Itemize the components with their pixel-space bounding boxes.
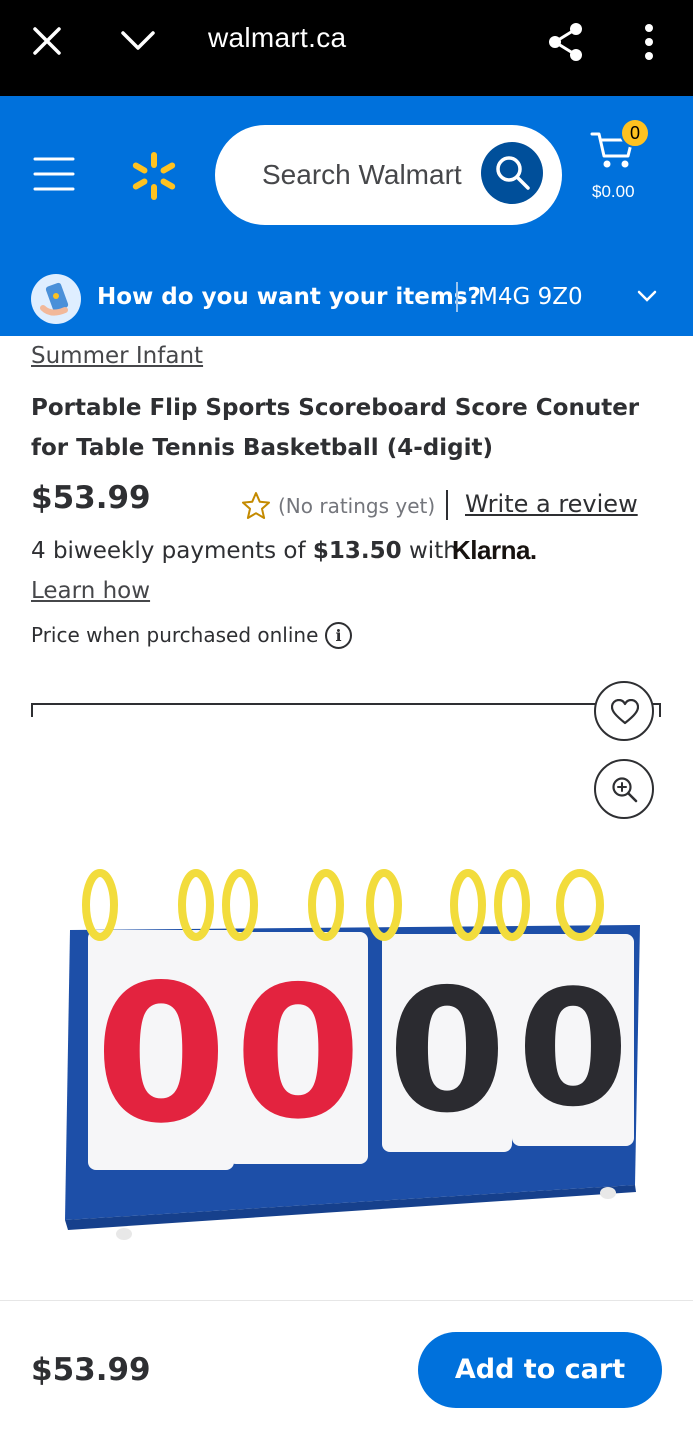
cart-total: $0.00 xyxy=(592,182,635,201)
rating-divider xyxy=(446,490,448,520)
chevron-down-icon xyxy=(637,290,657,302)
delivery-selector[interactable]: How do you want your items? M4G 9Z0 xyxy=(0,262,693,334)
delivery-question: How do you want your items? xyxy=(97,284,481,310)
score-digit-3: 0 xyxy=(388,953,506,1151)
browser-toolbar: walmart.ca xyxy=(0,0,693,96)
product-brand-link[interactable]: Summer Infant xyxy=(31,343,203,369)
search-button[interactable] xyxy=(481,142,543,204)
carousel-indicator xyxy=(31,703,661,705)
klarna-logo: Klarna. xyxy=(452,535,537,565)
klarna-prefix: 4 biweekly payments of xyxy=(31,538,306,564)
rating-text: (No ratings yet) xyxy=(278,494,436,518)
product-price: $53.99 xyxy=(31,480,151,516)
stand-foot xyxy=(116,1228,132,1240)
close-icon[interactable] xyxy=(32,26,62,56)
score-digit-1: 0 xyxy=(95,944,227,1165)
binder-rings xyxy=(82,869,604,941)
klarna-payment-text: 4 biweekly payments of $13.50 with xyxy=(31,538,458,564)
favorite-button[interactable] xyxy=(594,681,654,741)
add-to-cart-button[interactable]: Add to cart xyxy=(418,1332,662,1408)
browser-url[interactable]: walmart.ca xyxy=(208,22,346,54)
heart-icon xyxy=(611,699,639,725)
carousel-indicator-end xyxy=(659,703,661,717)
cart-count-badge: 0 xyxy=(620,118,650,148)
carousel-indicator-start xyxy=(31,703,33,717)
score-digit-2: 0 xyxy=(235,947,362,1159)
more-options-icon[interactable] xyxy=(642,22,656,62)
stand-foot xyxy=(600,1187,616,1199)
product-image[interactable]: 0 0 0 0 xyxy=(40,820,660,1260)
delivery-phone-icon xyxy=(31,274,81,324)
share-icon[interactable] xyxy=(547,22,585,62)
info-icon[interactable]: i xyxy=(325,622,352,649)
zoom-button[interactable] xyxy=(594,759,654,819)
walmart-spark-icon[interactable] xyxy=(128,150,180,202)
postal-code: M4G 9Z0 xyxy=(478,284,583,310)
delivery-divider xyxy=(456,282,458,312)
price-note: Price when purchased online xyxy=(31,623,319,647)
product-title: Portable Flip Sports Scoreboard Score Co… xyxy=(31,395,640,461)
star-outline-icon xyxy=(242,492,270,519)
zoom-in-icon xyxy=(612,777,638,803)
write-review-link[interactable]: Write a review xyxy=(465,490,638,518)
score-digit-4: 0 xyxy=(517,955,628,1142)
search-icon xyxy=(496,156,530,190)
bottom-price: $53.99 xyxy=(31,1352,151,1388)
menu-icon[interactable] xyxy=(33,156,75,192)
chevron-down-icon[interactable] xyxy=(120,30,156,52)
phone-hand-icon xyxy=(40,282,69,316)
search-bar[interactable]: Search Walmart xyxy=(215,125,562,225)
klarna-amount: $13.50 xyxy=(312,538,402,564)
search-input[interactable]: Search Walmart xyxy=(262,159,462,191)
klarna-with: with xyxy=(409,538,458,564)
learn-how-link[interactable]: Learn how xyxy=(31,578,150,604)
